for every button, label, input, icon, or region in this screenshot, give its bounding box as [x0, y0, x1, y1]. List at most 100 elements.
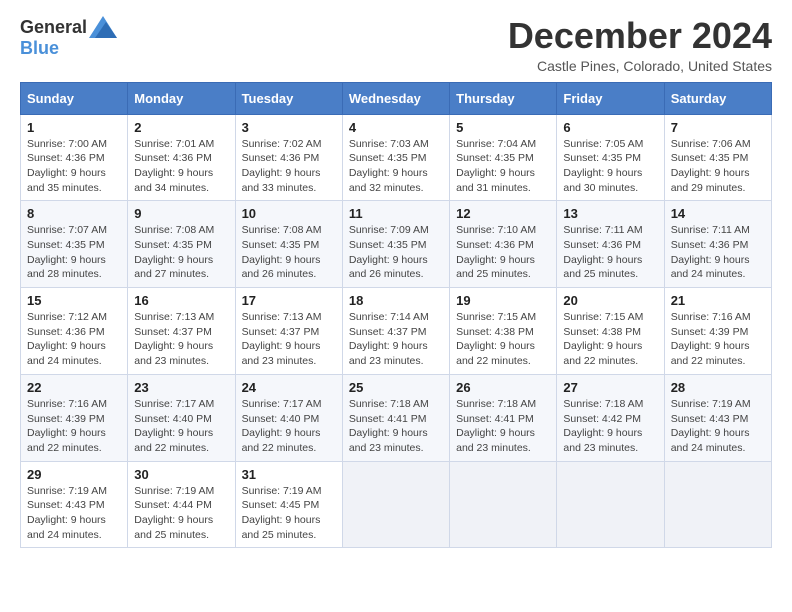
day-cell-8: 8 Sunrise: 7:07 AMSunset: 4:35 PMDaylight… [21, 201, 128, 288]
day-number: 27 [563, 380, 657, 395]
day-cell-28: 28 Sunrise: 7:19 AMSunset: 4:43 PMDayligh… [664, 374, 771, 461]
day-number: 22 [27, 380, 121, 395]
day-cell-18: 18Sunrise: 7:14 AMSunset: 4:37 PMDayligh… [342, 288, 449, 375]
day-number: 25 [349, 380, 443, 395]
day-number: 5 [456, 120, 550, 135]
day-cell-10: 10Sunrise: 7:08 AMSunset: 4:35 PMDayligh… [235, 201, 342, 288]
day-detail: Sunrise: 7:13 AMSunset: 4:37 PMDaylight:… [134, 310, 228, 369]
logo-blue-text: Blue [20, 38, 59, 59]
day-number: 26 [456, 380, 550, 395]
day-cell-26: 26Sunrise: 7:18 AMSunset: 4:41 PMDayligh… [450, 374, 557, 461]
day-number: 15 [27, 293, 121, 308]
day-cell-14: 14 Sunrise: 7:11 AMSunset: 4:36 PMDayligh… [664, 201, 771, 288]
day-number: 18 [349, 293, 443, 308]
day-detail: Sunrise: 7:17 AMSunset: 4:40 PMDaylight:… [134, 397, 228, 456]
day-cell-21: 21 Sunrise: 7:16 AMSunset: 4:39 PMDayligh… [664, 288, 771, 375]
day-number: 16 [134, 293, 228, 308]
col-header-wednesday: Wednesday [342, 82, 449, 114]
day-cell-12: 12Sunrise: 7:10 AMSunset: 4:36 PMDayligh… [450, 201, 557, 288]
day-cell-31: 31 Sunrise: 7:19 AMSunset: 4:45 PMDayligh… [235, 461, 342, 548]
day-number: 10 [242, 206, 336, 221]
week-row-2: 8 Sunrise: 7:07 AMSunset: 4:35 PMDaylight… [21, 201, 772, 288]
day-cell-25: 25 Sunrise: 7:18 AMSunset: 4:41 PMDayligh… [342, 374, 449, 461]
week-row-4: 22 Sunrise: 7:16 AMSunset: 4:39 PMDayligh… [21, 374, 772, 461]
day-detail: Sunrise: 7:18 AMSunset: 4:41 PMDaylight:… [349, 397, 443, 456]
day-number: 6 [563, 120, 657, 135]
day-cell-13: 13Sunrise: 7:11 AMSunset: 4:36 PMDayligh… [557, 201, 664, 288]
day-number: 23 [134, 380, 228, 395]
day-cell-17: 17 Sunrise: 7:13 AMSunset: 4:37 PMDayligh… [235, 288, 342, 375]
calendar-header-row: SundayMondayTuesdayWednesdayThursdayFrid… [21, 82, 772, 114]
day-cell-4: 4 Sunrise: 7:03 AMSunset: 4:35 PMDaylight… [342, 114, 449, 201]
day-detail: Sunrise: 7:19 AMSunset: 4:45 PMDaylight:… [242, 484, 336, 543]
day-detail: Sunrise: 7:12 AMSunset: 4:36 PMDaylight:… [27, 310, 121, 369]
week-row-3: 15 Sunrise: 7:12 AMSunset: 4:36 PMDayligh… [21, 288, 772, 375]
day-detail: Sunrise: 7:00 AMSunset: 4:36 PMDaylight:… [27, 137, 121, 196]
day-cell-19: 19 Sunrise: 7:15 AMSunset: 4:38 PMDayligh… [450, 288, 557, 375]
day-number: 3 [242, 120, 336, 135]
empty-cell [664, 461, 771, 548]
day-number: 4 [349, 120, 443, 135]
day-number: 8 [27, 206, 121, 221]
col-header-thursday: Thursday [450, 82, 557, 114]
day-number: 9 [134, 206, 228, 221]
empty-cell [557, 461, 664, 548]
day-cell-11: 11 Sunrise: 7:09 AMSunset: 4:35 PMDayligh… [342, 201, 449, 288]
logo: General Blue [20, 16, 117, 59]
col-header-monday: Monday [128, 82, 235, 114]
day-detail: Sunrise: 7:05 AMSunset: 4:35 PMDaylight:… [563, 137, 657, 196]
day-detail: Sunrise: 7:15 AMSunset: 4:38 PMDaylight:… [563, 310, 657, 369]
day-number: 20 [563, 293, 657, 308]
day-cell-29: 29 Sunrise: 7:19 AMSunset: 4:43 PMDayligh… [21, 461, 128, 548]
day-cell-5: 5Sunrise: 7:04 AMSunset: 4:35 PMDaylight… [450, 114, 557, 201]
day-detail: Sunrise: 7:16 AMSunset: 4:39 PMDaylight:… [27, 397, 121, 456]
day-detail: Sunrise: 7:13 AMSunset: 4:37 PMDaylight:… [242, 310, 336, 369]
day-number: 21 [671, 293, 765, 308]
day-detail: Sunrise: 7:03 AMSunset: 4:35 PMDaylight:… [349, 137, 443, 196]
logo-icon [89, 16, 117, 38]
day-cell-22: 22 Sunrise: 7:16 AMSunset: 4:39 PMDayligh… [21, 374, 128, 461]
day-detail: Sunrise: 7:17 AMSunset: 4:40 PMDaylight:… [242, 397, 336, 456]
day-detail: Sunrise: 7:16 AMSunset: 4:39 PMDaylight:… [671, 310, 765, 369]
day-detail: Sunrise: 7:19 AMSunset: 4:43 PMDaylight:… [27, 484, 121, 543]
day-number: 29 [27, 467, 121, 482]
day-detail: Sunrise: 7:11 AMSunset: 4:36 PMDaylight:… [671, 223, 765, 282]
day-detail: Sunrise: 7:08 AMSunset: 4:35 PMDaylight:… [134, 223, 228, 282]
day-number: 31 [242, 467, 336, 482]
empty-cell [450, 461, 557, 548]
day-number: 17 [242, 293, 336, 308]
day-cell-20: 20 Sunrise: 7:15 AMSunset: 4:38 PMDayligh… [557, 288, 664, 375]
day-number: 30 [134, 467, 228, 482]
day-detail: Sunrise: 7:15 AMSunset: 4:38 PMDaylight:… [456, 310, 550, 369]
day-number: 11 [349, 206, 443, 221]
day-detail: Sunrise: 7:19 AMSunset: 4:43 PMDaylight:… [671, 397, 765, 456]
day-detail: Sunrise: 7:09 AMSunset: 4:35 PMDaylight:… [349, 223, 443, 282]
day-number: 19 [456, 293, 550, 308]
day-cell-30: 30 Sunrise: 7:19 AMSunset: 4:44 PMDayligh… [128, 461, 235, 548]
col-header-sunday: Sunday [21, 82, 128, 114]
day-number: 1 [27, 120, 121, 135]
day-number: 14 [671, 206, 765, 221]
day-detail: Sunrise: 7:07 AMSunset: 4:35 PMDaylight:… [27, 223, 121, 282]
day-number: 2 [134, 120, 228, 135]
day-cell-3: 3 Sunrise: 7:02 AMSunset: 4:36 PMDaylight… [235, 114, 342, 201]
day-number: 24 [242, 380, 336, 395]
day-cell-1: 1 Sunrise: 7:00 AMSunset: 4:36 PMDaylight… [21, 114, 128, 201]
day-detail: Sunrise: 7:19 AMSunset: 4:44 PMDaylight:… [134, 484, 228, 543]
day-number: 7 [671, 120, 765, 135]
day-number: 28 [671, 380, 765, 395]
day-cell-2: 2Sunrise: 7:01 AMSunset: 4:36 PMDaylight… [128, 114, 235, 201]
day-number: 12 [456, 206, 550, 221]
week-row-5: 29 Sunrise: 7:19 AMSunset: 4:43 PMDayligh… [21, 461, 772, 548]
day-cell-6: 6 Sunrise: 7:05 AMSunset: 4:35 PMDaylight… [557, 114, 664, 201]
day-detail: Sunrise: 7:11 AMSunset: 4:36 PMDaylight:… [563, 223, 657, 282]
col-header-tuesday: Tuesday [235, 82, 342, 114]
empty-cell [342, 461, 449, 548]
day-detail: Sunrise: 7:02 AMSunset: 4:36 PMDaylight:… [242, 137, 336, 196]
col-header-saturday: Saturday [664, 82, 771, 114]
location-text: Castle Pines, Colorado, United States [508, 58, 772, 74]
month-title: December 2024 [508, 16, 772, 56]
day-cell-9: 9 Sunrise: 7:08 AMSunset: 4:35 PMDaylight… [128, 201, 235, 288]
week-row-1: 1 Sunrise: 7:00 AMSunset: 4:36 PMDaylight… [21, 114, 772, 201]
title-area: December 2024 Castle Pines, Colorado, Un… [508, 16, 772, 74]
